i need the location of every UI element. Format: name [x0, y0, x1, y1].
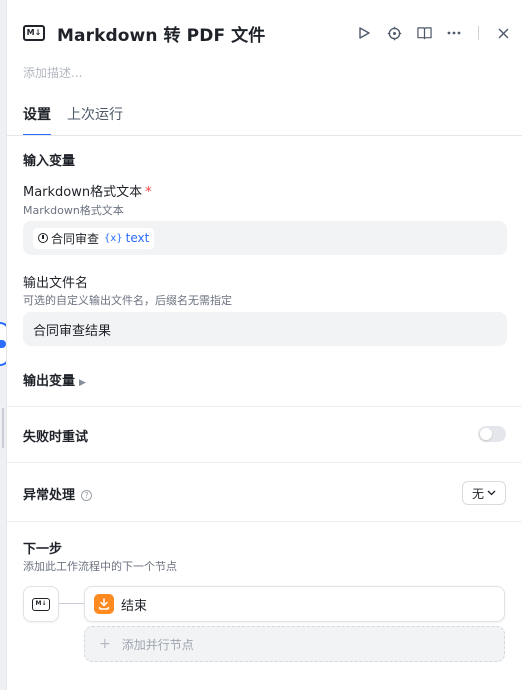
info-circle-icon — [38, 233, 48, 243]
markdown-icon: M↓ — [32, 597, 50, 611]
output-variables-title: 输出变量 — [23, 374, 76, 389]
markdown-field-label: Markdown格式文本 * — [23, 181, 152, 200]
description-input[interactable]: 添加描述... — [23, 64, 82, 81]
plus-icon: + — [99, 636, 111, 652]
book-icon[interactable] — [416, 25, 432, 41]
add-parallel-node-button[interactable]: + 添加并行节点 — [84, 626, 505, 662]
panel-header: M↓ Markdown 转 PDF 文件 — [23, 18, 511, 48]
retry-label: 失败时重试 — [23, 430, 89, 445]
filename-field-description: 可选的自定义输出文件名，后缀名无需指定 — [23, 294, 232, 307]
exception-handling-text: 异常处理 — [23, 488, 76, 503]
chevron-down-icon — [487, 490, 496, 496]
exception-handling-value: 无 — [471, 486, 484, 501]
variable-icon: {x} — [104, 232, 123, 244]
panel-tabs: 设置 上次运行 — [23, 104, 123, 136]
filename-input[interactable]: 合同审查结果 — [23, 312, 507, 346]
next-step-title: 下一步 — [23, 542, 63, 557]
variable-tag: {x} text — [104, 231, 149, 245]
markdown-field-description: Markdown格式文本 — [23, 204, 124, 217]
markdown-icon: M↓ — [23, 25, 45, 41]
tab-settings[interactable]: 设置 — [23, 104, 51, 136]
exception-handling-label: 异常处理? — [23, 484, 93, 503]
variable-name: text — [125, 231, 150, 245]
play-icon[interactable] — [356, 25, 372, 41]
exception-handling-select[interactable]: 无 — [462, 481, 506, 505]
output-variables-toggle[interactable]: 输出变量 ▶ — [23, 370, 86, 389]
divider — [7, 406, 522, 407]
filename-value: 合同审查结果 — [33, 323, 112, 339]
node-connector — [59, 603, 85, 604]
required-mark: * — [145, 185, 152, 200]
node-settings-panel: M↓ Markdown 转 PDF 文件 添加描述... 设置 上次运行 输入变… — [6, 0, 522, 690]
input-variables-title: 输入变量 — [23, 154, 76, 169]
tab-last-run[interactable]: 上次运行 — [67, 104, 123, 134]
current-node: M↓ — [23, 586, 59, 622]
add-parallel-label: 添加并行节点 — [121, 637, 194, 652]
retry-toggle[interactable] — [478, 426, 506, 442]
panel-resize-handle[interactable] — [2, 408, 4, 448]
caret-right-icon: ▶ — [79, 378, 86, 388]
end-node-icon — [94, 594, 114, 614]
divider — [7, 521, 522, 522]
filename-field-label: 输出文件名 — [23, 276, 89, 291]
markdown-variable-input[interactable]: 合同审查 {x} text — [23, 221, 507, 255]
next-node-end[interactable]: 结束 — [84, 586, 505, 622]
tabs-divider — [7, 135, 522, 136]
header-actions — [356, 25, 511, 41]
node-title[interactable]: Markdown 转 PDF 文件 — [57, 21, 265, 46]
header-divider — [478, 26, 479, 40]
source-node-label: 合同审查 — [51, 231, 100, 246]
locate-icon[interactable] — [386, 25, 402, 41]
markdown-field-label-text: Markdown格式文本 — [23, 185, 143, 200]
end-node-label: 结束 — [121, 598, 148, 614]
next-step-description: 添加此工作流程中的下一个节点 — [23, 560, 177, 573]
help-icon[interactable]: ? — [81, 490, 93, 501]
more-icon[interactable] — [446, 25, 462, 41]
divider — [7, 462, 522, 463]
variable-source-chip[interactable]: 合同审查 {x} text — [33, 227, 155, 249]
close-icon[interactable] — [495, 25, 511, 41]
